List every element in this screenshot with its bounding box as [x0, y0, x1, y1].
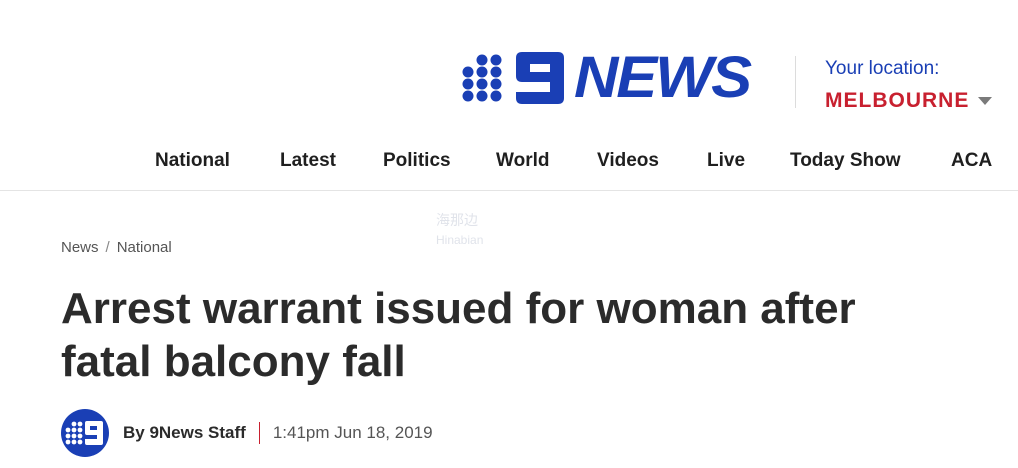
9news-logo-icon	[65, 421, 103, 445]
author-avatar	[61, 409, 109, 457]
location-dropdown[interactable]: MELBOURNE	[825, 89, 993, 113]
article-headline: Arrest warrant issued for woman after fa…	[61, 282, 961, 388]
watermark: 海那边 Hinabian	[436, 212, 483, 248]
nav-item-latest[interactable]: Latest	[280, 148, 336, 174]
watermark-line1: 海那边	[436, 212, 478, 228]
nav-item-videos[interactable]: Videos	[597, 148, 659, 174]
location-city: MELBOURNE	[825, 89, 970, 112]
nine-dots-icon	[462, 54, 502, 102]
nine-numeral-icon	[516, 52, 564, 104]
nav-item-world[interactable]: World	[496, 148, 549, 174]
watermark-line2: Hinabian	[436, 233, 484, 247]
nav-divider	[0, 190, 1018, 191]
9news-logo[interactable]: NEWS	[458, 49, 752, 107]
header-divider	[795, 56, 796, 108]
breadcrumb-national[interactable]: National	[117, 239, 172, 256]
byline-timestamp: 1:41pm Jun 18, 2019	[272, 423, 433, 442]
byline-author[interactable]: By 9News Staff	[123, 423, 246, 443]
caret-down-icon[interactable]	[978, 97, 993, 105]
headline-line-2: fatal balcony fall	[61, 337, 406, 386]
nav-item-today-show[interactable]: Today Show	[790, 148, 900, 174]
nav-item-national[interactable]: National	[155, 148, 230, 174]
location-label: Your location:	[825, 58, 940, 79]
breadcrumb-news[interactable]: News	[61, 239, 99, 256]
byline: By 9News Staff 1:41pm Jun 18, 2019	[123, 422, 433, 444]
headline-line-1: Arrest warrant issued for woman after	[61, 284, 856, 333]
byline-divider	[258, 422, 260, 444]
nav-item-politics[interactable]: Politics	[383, 148, 451, 174]
breadcrumb-separator: /	[105, 239, 110, 256]
breadcrumb: News / National	[61, 239, 172, 256]
nav-item-aca[interactable]: ACA	[951, 148, 992, 174]
page: NEWS Your location: MELBOURNE National L…	[0, 0, 1018, 468]
logo-wordmark: NEWS	[574, 45, 752, 110]
location-selector[interactable]: Your location: MELBOURNE	[825, 58, 993, 113]
nav-item-live[interactable]: Live	[707, 148, 745, 174]
main-nav: National Latest Politics World Videos Li…	[0, 148, 1018, 174]
